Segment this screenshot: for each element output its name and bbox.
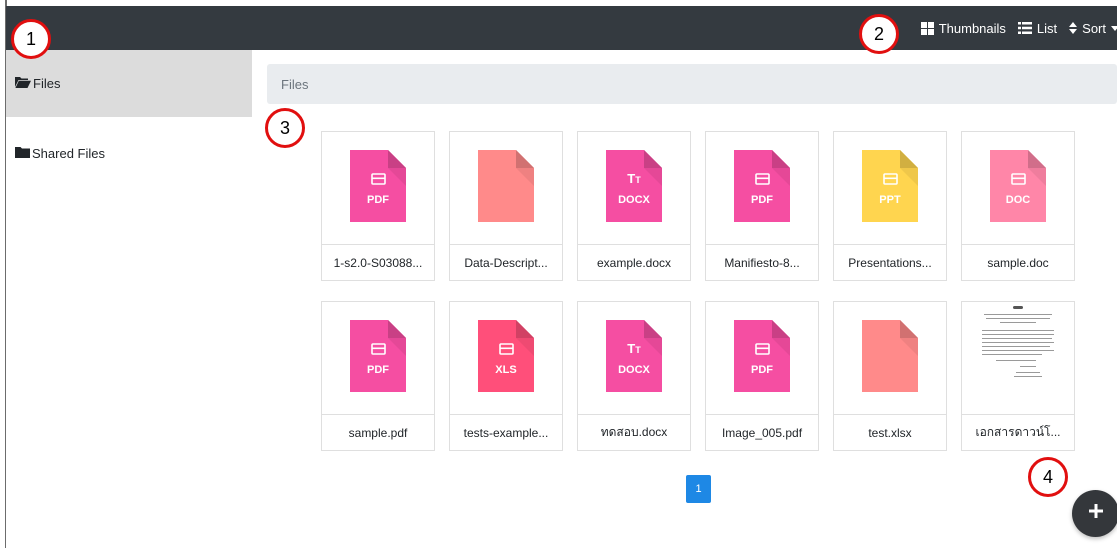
file-card[interactable]: TT DOCX example.docx xyxy=(577,131,691,281)
sort-icon xyxy=(1069,22,1078,34)
file-thumbnail: TT DOCX xyxy=(578,132,690,244)
badge-number: 1 xyxy=(25,28,36,49)
view-controls: Thumbnails List Sort xyxy=(920,6,1117,50)
file-thumbnail: TT DOCX xyxy=(578,302,690,414)
file-docx-icon: TT DOCX xyxy=(606,149,662,227)
annotation-badge-1: 1 xyxy=(11,19,51,59)
svg-text:DOCX: DOCX xyxy=(618,364,650,376)
file-card[interactable]: PDF Manifiesto-8... xyxy=(705,131,819,281)
svg-text:PDF: PDF xyxy=(751,364,773,376)
file-card[interactable]: PPT Presentations... xyxy=(833,131,947,281)
list-label: List xyxy=(1036,20,1058,36)
annotation-badge-2: 2 xyxy=(859,14,899,54)
file-thumbnail: XLS xyxy=(450,302,562,414)
breadcrumb-item-files[interactable]: Files xyxy=(281,77,308,92)
plus-icon xyxy=(1088,503,1104,524)
file-name: ทดสอบ.docx xyxy=(578,414,690,450)
file-thumbnail: DOC xyxy=(962,132,1074,244)
file-card[interactable]: XLS tests-example... xyxy=(449,301,563,451)
file-thumbnail xyxy=(834,302,946,414)
file-pdf-icon: PDF xyxy=(350,149,406,227)
file-thumbnail: PDF xyxy=(322,302,434,414)
file-name: Presentations... xyxy=(834,244,946,280)
file-name: Manifiesto-8... xyxy=(706,244,818,280)
add-file-button[interactable] xyxy=(1072,490,1117,537)
page-number: 1 xyxy=(695,483,702,495)
file-thumbnail xyxy=(450,132,562,244)
file-docx-icon: TT DOCX xyxy=(606,319,662,397)
badge-number: 2 xyxy=(873,23,884,44)
svg-text:PPT: PPT xyxy=(879,194,901,206)
file-name: เอกสารดาวน์โ... xyxy=(962,414,1074,450)
file-card[interactable]: PDF Image_005.pdf xyxy=(705,301,819,451)
file-ppt-icon: PPT xyxy=(862,149,918,227)
sidebar-item-files[interactable]: Files xyxy=(6,50,252,117)
annotation-badge-3: 3 xyxy=(265,108,305,148)
file-name: sample.doc xyxy=(962,244,1074,280)
file-icon xyxy=(862,319,918,397)
file-name: Data-Descript... xyxy=(450,244,562,280)
sidebar: Files Shared Files xyxy=(6,50,252,548)
thumbnails-view-button[interactable]: Thumbnails xyxy=(920,20,1006,36)
file-name: tests-example... xyxy=(450,414,562,450)
file-pdf-icon: PDF xyxy=(734,149,790,227)
svg-text:PDF: PDF xyxy=(367,364,389,376)
list-icon xyxy=(1017,22,1032,34)
file-thumbnail: PPT xyxy=(834,132,946,244)
file-thumbnail: PDF xyxy=(706,132,818,244)
svg-text:DOCX: DOCX xyxy=(618,194,650,206)
file-card[interactable]: DOC sample.doc xyxy=(961,131,1075,281)
folder-open-icon xyxy=(15,76,31,91)
top-navbar: Thumbnails List Sort xyxy=(6,6,1117,50)
file-name: Image_005.pdf xyxy=(706,414,818,450)
sidebar-item-shared-files[interactable]: Shared Files xyxy=(6,120,252,187)
sort-label: Sort xyxy=(1082,20,1106,36)
file-name: 1-s2.0-S03088... xyxy=(322,244,434,280)
sidebar-item-label: Files xyxy=(33,76,61,91)
document-preview-icon xyxy=(976,304,1060,412)
svg-text:PDF: PDF xyxy=(367,194,389,206)
file-thumbnail: PDF xyxy=(706,302,818,414)
file-pdf-icon: PDF xyxy=(350,319,406,397)
grid-icon xyxy=(920,21,934,35)
file-grid: PDF 1-s2.0-S03088... Data-Descript... TT DOC… xyxy=(321,131,1081,451)
svg-text:XLS: XLS xyxy=(495,364,516,376)
file-thumbnail: PDF xyxy=(322,132,434,244)
svg-text:PDF: PDF xyxy=(751,194,773,206)
badge-number: 4 xyxy=(1042,466,1053,487)
file-thumbnail xyxy=(962,302,1074,414)
file-card[interactable]: เอกสารดาวน์โ... xyxy=(961,301,1075,451)
file-card[interactable]: test.xlsx xyxy=(833,301,947,451)
file-card[interactable]: TT DOCX ทดสอบ.docx xyxy=(577,301,691,451)
file-card[interactable]: PDF sample.pdf xyxy=(321,301,435,451)
folder-icon xyxy=(15,146,30,161)
file-name: sample.pdf xyxy=(322,414,434,450)
file-pdf-icon: PDF xyxy=(734,319,790,397)
file-doc-icon: DOC xyxy=(990,149,1046,227)
sort-dropdown-button[interactable]: Sort xyxy=(1069,21,1117,36)
breadcrumb: Files xyxy=(267,64,1117,104)
file-card[interactable]: Data-Descript... xyxy=(449,131,563,281)
sidebar-item-label: Shared Files xyxy=(32,146,105,161)
file-name: example.docx xyxy=(578,244,690,280)
list-view-button[interactable]: List xyxy=(1017,20,1058,36)
file-xls-icon: XLS xyxy=(478,319,534,397)
annotation-badge-4: 4 xyxy=(1028,457,1068,497)
caret-down-icon xyxy=(1111,25,1117,31)
badge-number: 3 xyxy=(279,117,290,138)
file-icon xyxy=(478,149,534,227)
app-window: Thumbnails List Sort Files Shared Files … xyxy=(0,0,1117,548)
file-name: test.xlsx xyxy=(834,414,946,450)
svg-text:DOC: DOC xyxy=(1006,194,1031,206)
thumbnails-label: Thumbnails xyxy=(938,20,1006,36)
page-1-button[interactable]: 1 xyxy=(686,475,711,503)
file-card[interactable]: PDF 1-s2.0-S03088... xyxy=(321,131,435,281)
